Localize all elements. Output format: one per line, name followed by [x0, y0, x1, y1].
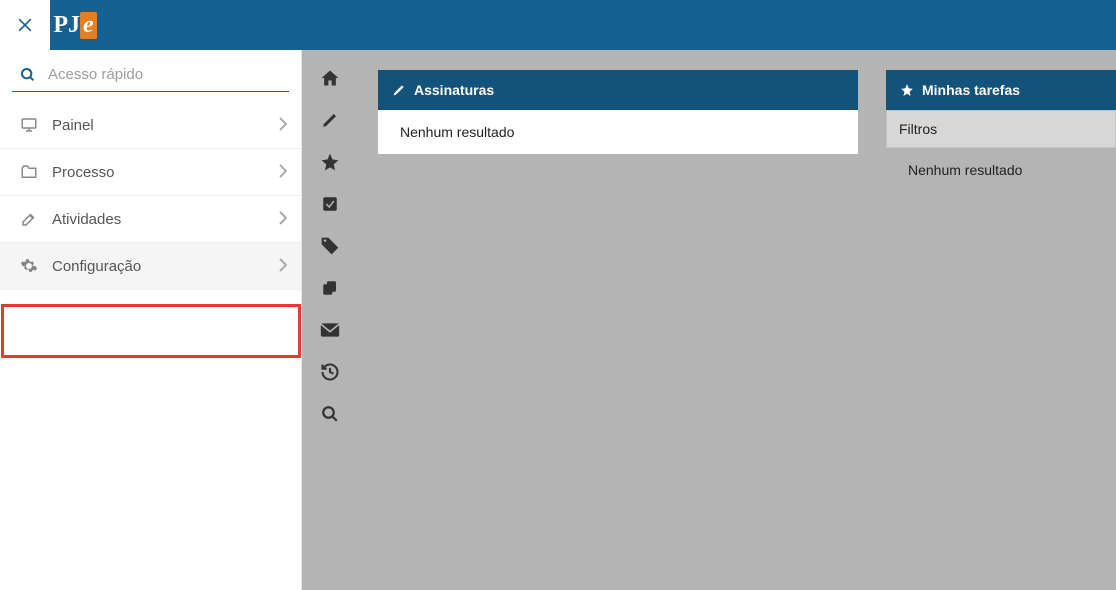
chevron-right-icon — [279, 164, 287, 181]
topbar: PJe — [0, 0, 1116, 50]
quick-search[interactable] — [0, 50, 301, 91]
filters-row[interactable]: Filtros — [886, 110, 1116, 148]
content-area: Assinaturas Nenhum resultado Minhas tare… — [358, 50, 1116, 590]
panel-title: Assinaturas — [414, 82, 494, 98]
gear-icon — [20, 257, 42, 275]
panel-body: Nenhum resultado — [378, 110, 858, 154]
star-icon[interactable] — [320, 152, 340, 172]
folder-icon — [20, 163, 42, 181]
sidebar-item-configuracao[interactable]: Configuração — [0, 243, 301, 290]
tags-icon[interactable] — [320, 236, 340, 256]
panel-header: Minhas tarefas — [886, 70, 1116, 110]
pencil-icon[interactable] — [320, 110, 340, 130]
empty-result-text: Nenhum resultado — [908, 162, 1022, 178]
panel-title: Minhas tarefas — [922, 82, 1020, 98]
logo-letter-j: J — [68, 12, 80, 39]
chevron-right-icon — [279, 117, 287, 134]
sidebar-item-label: Painel — [52, 117, 279, 134]
history-icon[interactable] — [320, 362, 340, 382]
panel-signatures: Assinaturas Nenhum resultado — [378, 70, 858, 590]
search-icon — [20, 67, 36, 83]
search-input[interactable] — [48, 66, 289, 83]
sidebar-item-processo[interactable]: Processo — [0, 149, 301, 196]
check-square-icon[interactable] — [320, 194, 340, 214]
panel-header: Assinaturas — [378, 70, 858, 110]
search-underline — [12, 91, 289, 92]
close-icon — [15, 15, 35, 35]
star-icon — [900, 83, 914, 97]
empty-result-text: Nenhum resultado — [400, 124, 514, 140]
filters-label: Filtros — [899, 121, 937, 137]
pencil-icon — [392, 83, 406, 97]
sidebar-item-atividades[interactable]: Atividades — [0, 196, 301, 243]
sidebar: Painel Processo Atividades — [0, 50, 302, 590]
close-menu-button[interactable] — [0, 0, 50, 50]
search-icon[interactable] — [320, 404, 340, 424]
logo-letter-p: P — [53, 12, 68, 39]
panel-body: Nenhum resultado — [886, 148, 1116, 192]
monitor-icon — [20, 116, 42, 134]
app-logo: PJe — [50, 0, 100, 50]
copy-icon[interactable] — [320, 278, 340, 298]
home-icon[interactable] — [320, 68, 340, 88]
edit-icon — [20, 210, 42, 228]
chevron-right-icon — [279, 211, 287, 228]
sidebar-item-label: Processo — [52, 164, 279, 181]
icon-toolbar — [302, 50, 358, 590]
sidebar-item-label: Configuração — [52, 258, 279, 275]
envelope-icon[interactable] — [320, 320, 340, 340]
panel-tasks: Minhas tarefas Filtros Nenhum resultado — [886, 70, 1116, 590]
sidebar-item-painel[interactable]: Painel — [0, 102, 301, 149]
logo-letter-e: e — [80, 12, 97, 39]
sidebar-item-label: Atividades — [52, 211, 279, 228]
chevron-right-icon — [279, 258, 287, 275]
